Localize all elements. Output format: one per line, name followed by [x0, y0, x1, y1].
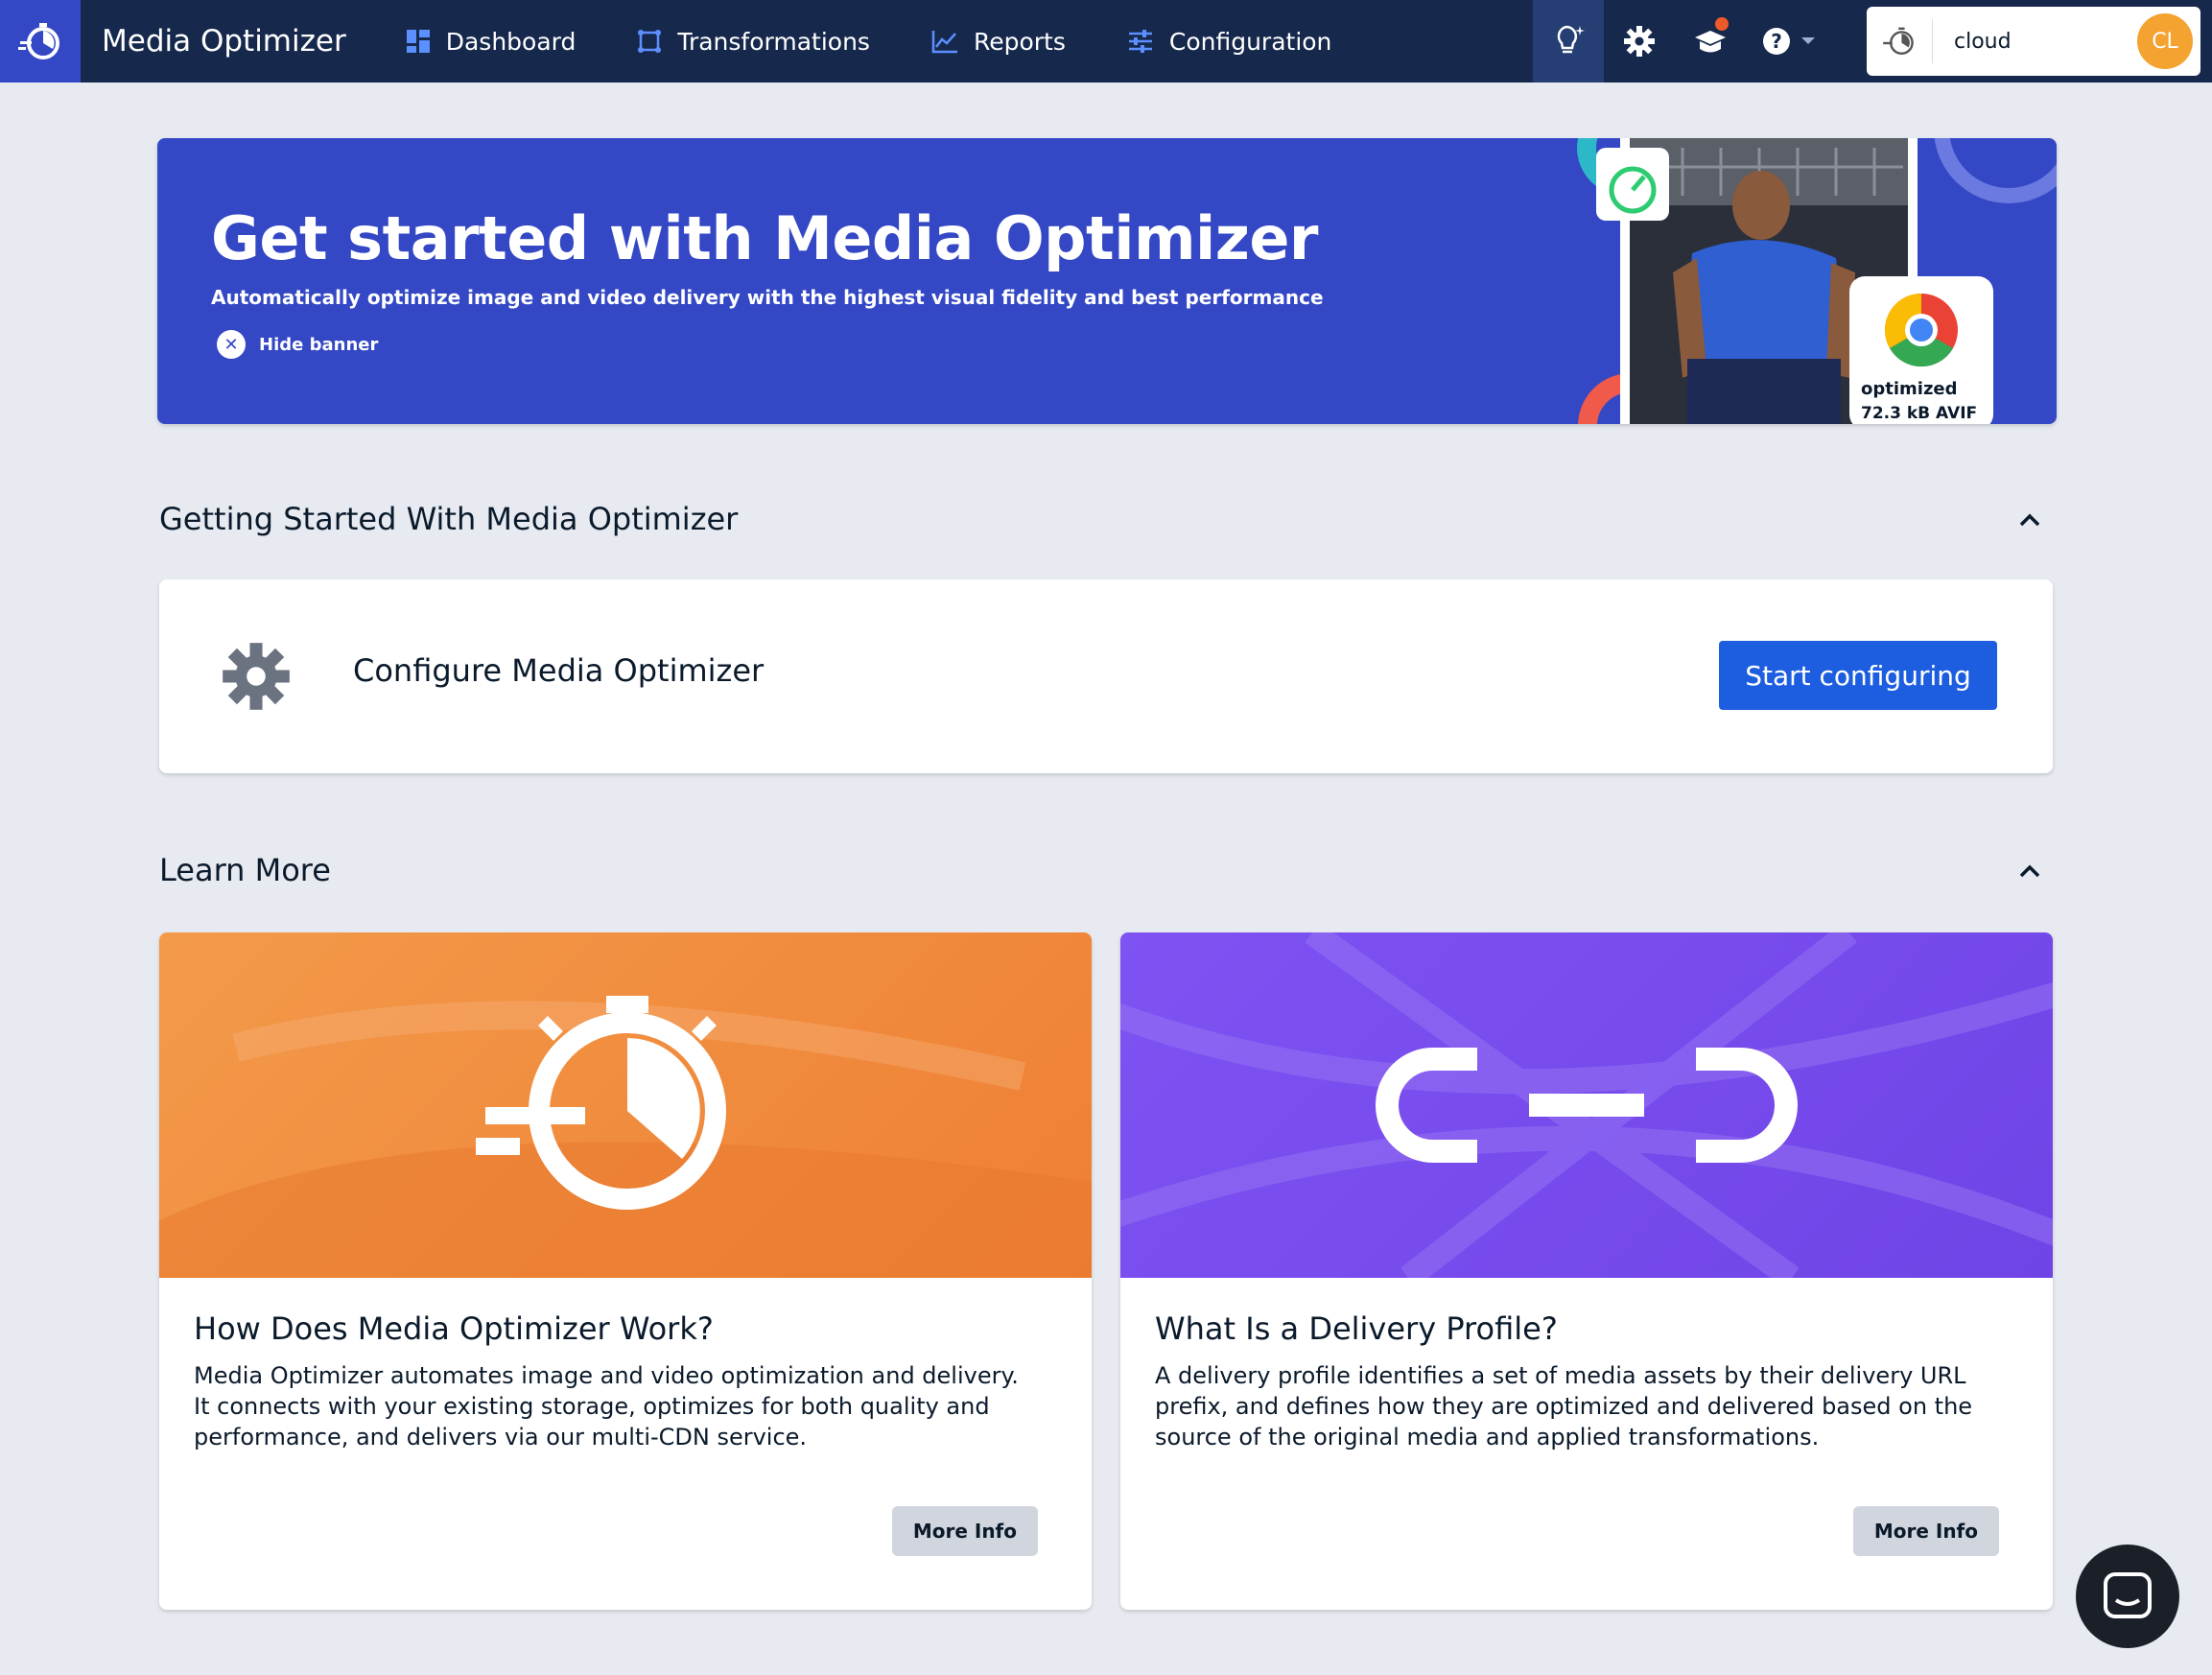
nav-configuration[interactable]: Configuration: [1127, 27, 1332, 56]
divider: [1932, 19, 1933, 63]
nav-dashboard-label: Dashboard: [445, 27, 577, 56]
help-button[interactable]: ?: [1746, 0, 1832, 83]
get-started-banner: Get started with Media Optimizer Automat…: [157, 138, 2057, 424]
more-info-button[interactable]: More Info: [1852, 1506, 1999, 1556]
link-icon: [1120, 932, 2053, 1278]
configuration-icon: [1128, 30, 1152, 53]
banner-illustration: optimized 72.3 kB AVIF: [1577, 138, 2057, 424]
gear-icon: [1624, 26, 1655, 57]
card-description: A delivery profile identifies a set of m…: [1155, 1362, 1973, 1451]
tips-button[interactable]: [1533, 0, 1604, 83]
stopwatch-icon: [159, 996, 1092, 1278]
learning-button[interactable]: [1675, 0, 1746, 83]
account-switcher[interactable]: cloud CL: [1867, 7, 2200, 76]
nav-reports[interactable]: Reports: [931, 28, 1066, 56]
getting-started-title: Getting Started With Media Optimizer: [159, 501, 739, 537]
chevron-up-icon[interactable]: [2018, 863, 2041, 879]
help-icon: ?: [1763, 28, 1790, 55]
svg-text:?: ?: [1771, 30, 1782, 53]
more-info-button[interactable]: More Info: [891, 1506, 1038, 1556]
dashboard-icon: [406, 30, 430, 53]
hide-banner-label: Hide banner: [259, 334, 379, 355]
card-image: [159, 932, 1092, 1278]
card-image: [1120, 932, 2053, 1278]
nav-reports-label: Reports: [973, 27, 1066, 56]
chevron-down-icon: [1801, 37, 1815, 44]
learn-card-how-it-works: How Does Media Optimizer Work? Media Opt…: [159, 932, 1092, 1610]
start-configuring-button[interactable]: Start configuring: [1719, 641, 1997, 710]
hide-banner-button[interactable]: ✕ Hide banner: [217, 330, 378, 359]
badge-optimized: optimized: [1861, 379, 1958, 399]
app-title[interactable]: Media Optimizer: [102, 24, 346, 59]
chat-icon: [2104, 1572, 2152, 1618]
product-icon: [1883, 27, 1914, 55]
transformations-icon: [638, 30, 662, 53]
nav-dashboard[interactable]: Dashboard: [406, 27, 577, 56]
notification-dot: [1715, 17, 1729, 31]
reports-icon: [931, 31, 957, 54]
banner-subtitle: Automatically optimize image and video d…: [211, 286, 1324, 309]
top-nav: Media Optimizer Dashboard Transformation…: [0, 0, 2212, 83]
account-name: cloud: [1954, 29, 2012, 54]
learn-more-title: Learn More: [159, 852, 331, 888]
card-title: How Does Media Optimizer Work?: [194, 1310, 714, 1347]
settings-button[interactable]: [1604, 0, 1675, 83]
configure-label: Configure Media Optimizer: [353, 652, 765, 689]
avatar[interactable]: CL: [2137, 13, 2193, 69]
card-description: Media Optimizer automates image and vide…: [194, 1362, 1019, 1451]
banner-title: Get started with Media Optimizer: [211, 203, 1319, 273]
chat-launcher-button[interactable]: [2076, 1545, 2179, 1648]
nav-transformations[interactable]: Transformations: [637, 28, 870, 56]
app-logo-icon[interactable]: [0, 0, 81, 83]
configure-card: Configure Media Optimizer Start configur…: [159, 579, 2053, 773]
nav-transformations-label: Transformations: [677, 27, 870, 56]
nav-tools: ?: [1533, 0, 1832, 83]
badge-size: 72.3 kB AVIF: [1861, 404, 1977, 423]
nav-configuration-label: Configuration: [1168, 27, 1332, 56]
card-title: What Is a Delivery Profile?: [1155, 1310, 1558, 1347]
close-icon: ✕: [217, 330, 246, 359]
learn-card-delivery-profile: What Is a Delivery Profile? A delivery p…: [1120, 932, 2053, 1610]
gear-icon: [223, 643, 290, 710]
chevron-up-icon[interactable]: [2018, 512, 2041, 528]
lightbulb-icon: [1557, 25, 1585, 54]
